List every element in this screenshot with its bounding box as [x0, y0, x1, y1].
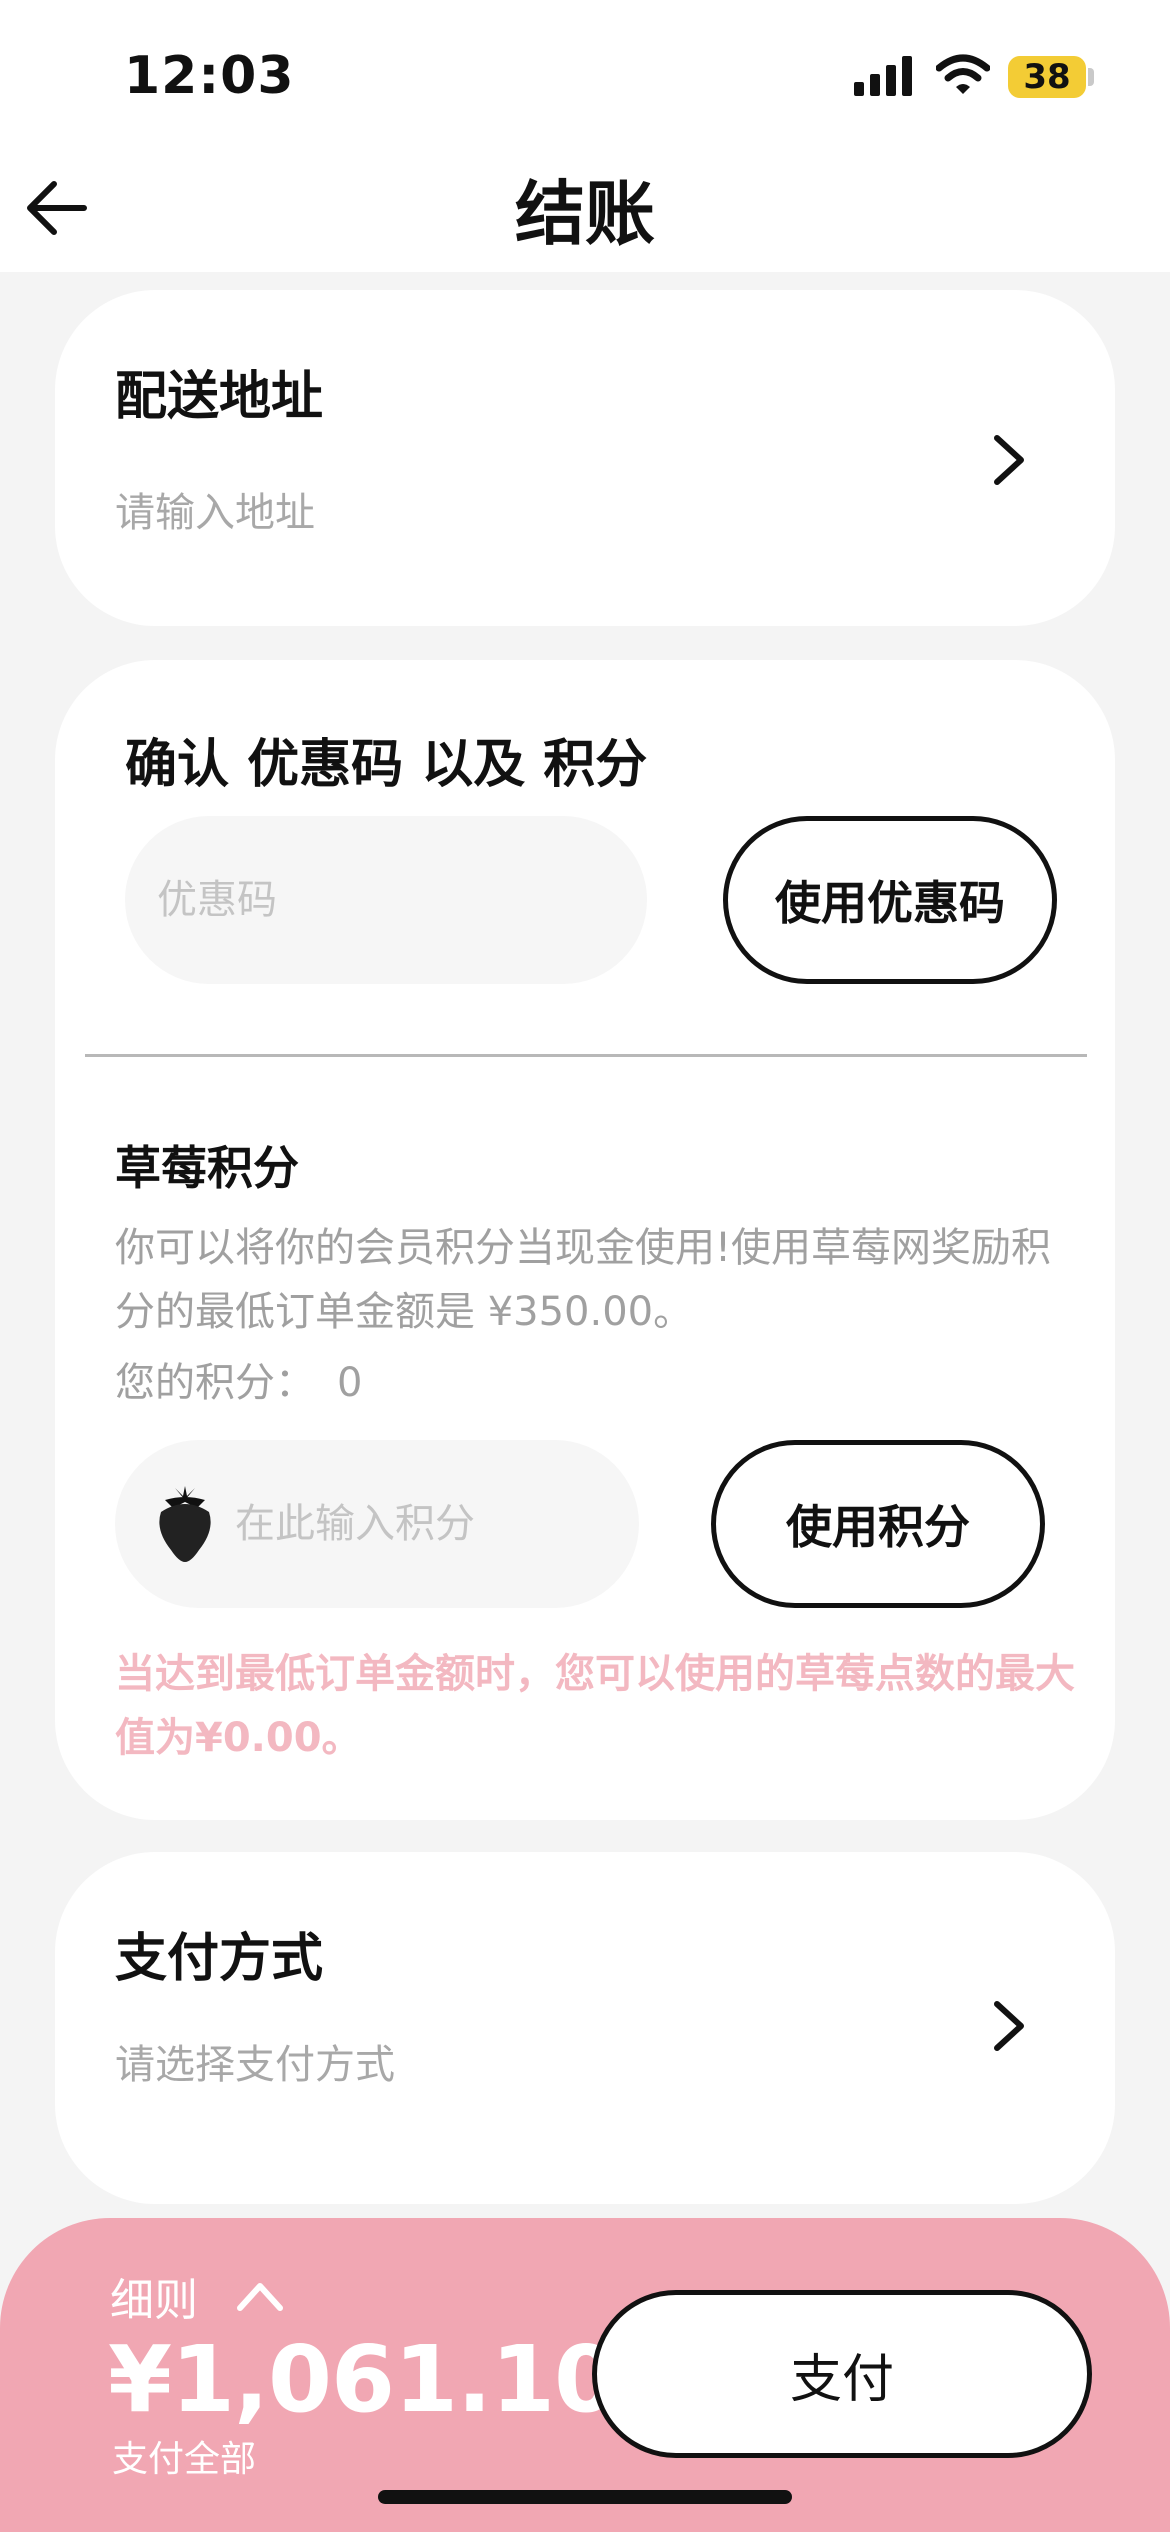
strawberry-icon [159, 1486, 211, 1562]
points-warning: 当达到最低订单金额时，您可以使用的草莓点数的最大值为¥0.00。 [115, 1651, 1075, 1761]
coupon-title: 确认 优惠码 以及 积分 [125, 735, 648, 795]
status-time: 12:03 [124, 46, 295, 106]
payment-method-card[interactable]: 支付方式 请选择支付方式 [55, 1852, 1115, 2204]
battery-tip [1088, 68, 1094, 86]
apply-coupon-button[interactable]: 使用优惠码 [723, 816, 1057, 984]
total-caption: 支付全部 [112, 2439, 257, 2480]
points-balance-label: 您的积分： [115, 1360, 315, 1406]
battery-level: 38 [1023, 57, 1071, 97]
coupon-points-card: 确认 优惠码 以及 积分 使用优惠码 草莓积分 你可以将你的会员积分当现金使用!… [55, 660, 1115, 1820]
status-bar: 12:03 38 [0, 0, 1170, 150]
home-indicator[interactable] [378, 2490, 792, 2504]
chevron-up-icon [237, 2283, 283, 2311]
details-toggle[interactable]: 细则 [110, 2264, 284, 2328]
details-label: 细则 [110, 2275, 198, 2326]
pay-button[interactable]: 支付 [592, 2290, 1092, 2458]
points-title: 草莓积分 [115, 1141, 299, 1195]
page-title: 结账 [515, 173, 655, 255]
use-points-button[interactable]: 使用积分 [711, 1440, 1045, 1608]
points-description: 你可以将你的会员积分当现金使用!使用草莓网奖励积分的最低订单金额是 ¥350.0… [115, 1225, 1052, 1335]
battery-icon: 38 [1008, 56, 1086, 98]
payment-method-title: 支付方式 [115, 1929, 324, 1989]
coupon-input[interactable] [125, 816, 647, 984]
checkout-bar: 细则 ¥1,061.10 支付全部 支付 [0, 2218, 1170, 2532]
payment-method-placeholder: 请选择支付方式 [115, 2042, 395, 2088]
wifi-icon [936, 54, 990, 94]
points-balance-value: 0 [337, 1360, 363, 1406]
address-placeholder: 请输入地址 [115, 490, 315, 536]
divider [85, 1054, 1087, 1057]
points-input-field[interactable] [115, 1440, 639, 1608]
signal-icon [854, 56, 912, 96]
chevron-right-icon[interactable] [987, 1998, 1031, 2054]
nav-header: 结账 [0, 150, 1170, 272]
address-title: 配送地址 [115, 367, 324, 427]
points-balance: 您的积分： 0 [115, 1350, 362, 1408]
total-amount: ¥1,061.10 [108, 2326, 618, 2433]
address-card[interactable]: 配送地址 请输入地址 [55, 290, 1115, 626]
points-input[interactable] [235, 1440, 615, 1608]
chevron-right-icon[interactable] [987, 432, 1031, 488]
